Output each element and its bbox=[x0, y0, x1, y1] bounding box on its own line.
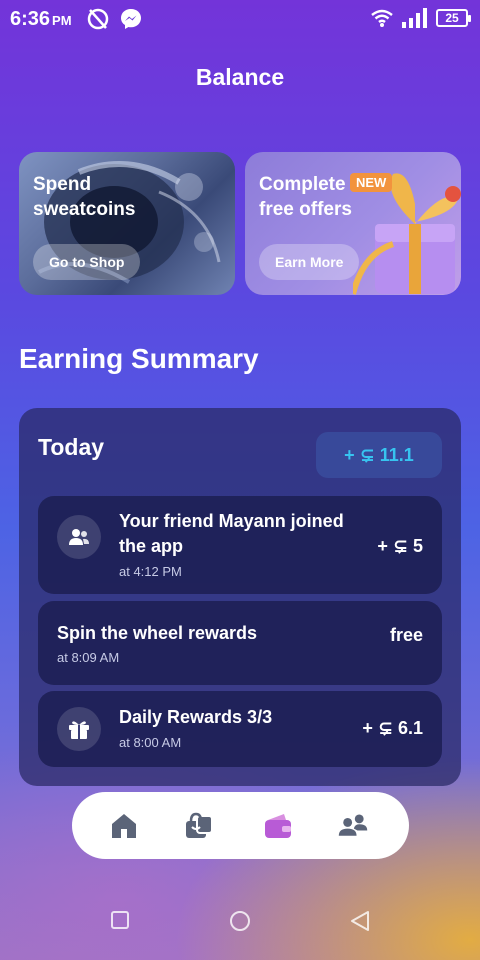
row-title: Daily Rewards 3/3 bbox=[119, 707, 273, 727]
wifi-icon bbox=[371, 9, 393, 27]
bottom-nav bbox=[72, 792, 409, 859]
row-amount: free bbox=[389, 625, 423, 645]
earn-more-button[interactable]: Earn More bbox=[259, 244, 360, 280]
row-amount: + ⊊ 6.1 bbox=[362, 718, 423, 738]
dnd-off-icon bbox=[87, 8, 109, 30]
page-title: Balance bbox=[195, 64, 285, 90]
earning-summary-card: Today + ⊊ 11.1 Your friend Mayann joined… bbox=[19, 408, 461, 786]
wallet-icon[interactable] bbox=[262, 810, 294, 842]
row-amount: + ⊊ 5 bbox=[377, 536, 423, 556]
home-button-icon[interactable] bbox=[229, 910, 251, 932]
row-time: at 4:12 PM bbox=[119, 564, 182, 579]
messenger-icon bbox=[121, 9, 141, 29]
row-time: at 8:09 AM bbox=[57, 650, 120, 665]
offers-promo-card[interactable]: Complete free offers NEW Earn More bbox=[245, 152, 461, 295]
shop-bag-icon[interactable] bbox=[183, 810, 215, 842]
battery-indicator: 25 bbox=[436, 9, 471, 27]
status-bar: 6:36 PM 25 bbox=[0, 0, 480, 36]
gift-icon bbox=[57, 707, 101, 751]
friends-icon[interactable] bbox=[337, 810, 369, 842]
friends-icon bbox=[57, 515, 101, 559]
row-title: Spin the wheel rewards bbox=[57, 623, 258, 643]
new-badge: NEW bbox=[350, 173, 393, 192]
today-total-badge: + ⊊ 11.1 bbox=[316, 432, 442, 478]
go-to-shop-button[interactable]: Go to Shop bbox=[33, 244, 141, 280]
shop-promo-card[interactable]: Spend sweatcoins Go to Shop bbox=[19, 152, 235, 295]
list-item[interactable]: Your friend Mayann joined the app at 4:1… bbox=[38, 496, 442, 594]
recent-apps-icon[interactable] bbox=[110, 910, 130, 930]
back-icon[interactable] bbox=[349, 910, 371, 932]
home-icon[interactable] bbox=[108, 810, 140, 842]
section-title: Earning Summary bbox=[19, 343, 259, 374]
row-time: at 8:00 AM bbox=[119, 735, 182, 750]
shop-promo-title: Spend sweatcoins bbox=[33, 174, 136, 220]
list-item[interactable]: Daily Rewards 3/3 at 8:00 AM + ⊊ 6.1 bbox=[38, 691, 442, 767]
list-item[interactable]: Spin the wheel rewards at 8:09 AM free bbox=[38, 601, 442, 685]
today-label: Today bbox=[38, 434, 105, 460]
status-time: 6:36 PM bbox=[10, 8, 72, 30]
row-title: Your friend Mayann joined the app bbox=[119, 511, 344, 556]
signal-icon bbox=[402, 8, 427, 28]
